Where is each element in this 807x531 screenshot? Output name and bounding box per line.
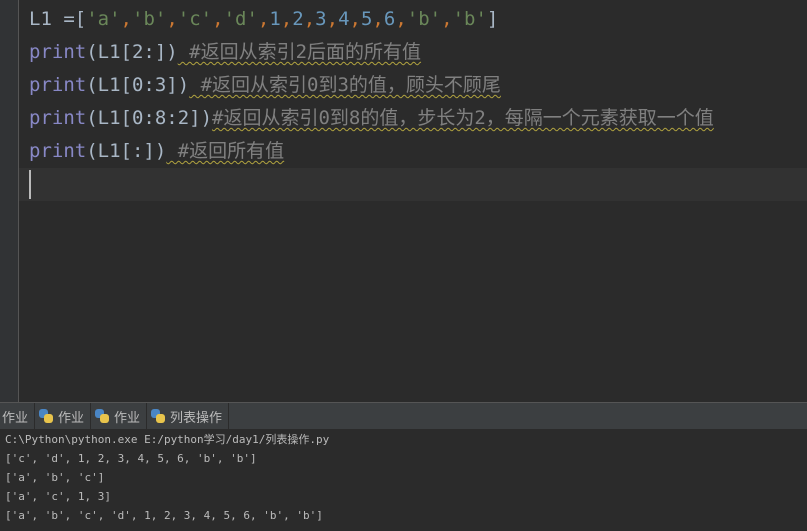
bracket: ] bbox=[486, 8, 499, 30]
code-line-1[interactable]: L1 =['a','b','c','d',1,2,3,4,5,6,'b','b'… bbox=[29, 3, 498, 36]
print-keyword: print bbox=[29, 107, 87, 129]
run-console-output[interactable]: C:\Python\python.exe E:/python学习/day1/列表… bbox=[0, 429, 807, 531]
code-expression: (L1[0:3]) bbox=[86, 74, 190, 96]
comma-separator: , bbox=[166, 8, 178, 30]
run-tab-3[interactable]: 作业 bbox=[91, 403, 148, 429]
comma-separator: , bbox=[441, 8, 453, 30]
number-literal: 4 bbox=[338, 8, 350, 30]
console-output-line: ['c', 'd', 1, 2, 3, 4, 5, 6, 'b', 'b'] bbox=[5, 452, 257, 465]
code-comment: #返回从索引2后面的所有值 bbox=[177, 41, 422, 63]
comma-separator: , bbox=[372, 8, 384, 30]
python-icon bbox=[39, 409, 54, 423]
comma-separator: , bbox=[120, 8, 132, 30]
list-literal: ['a','b','c','d',1,2,3,4,5,6,'b','b'] bbox=[75, 8, 499, 30]
print-keyword: print bbox=[29, 74, 87, 96]
code-comment: #返回从索引0到3的值，顾头不顾尾 bbox=[189, 74, 501, 96]
run-tab-label: 作业 bbox=[114, 409, 141, 425]
comma-separator: , bbox=[280, 8, 293, 30]
comma-separator: , bbox=[349, 8, 361, 30]
comma-separator: , bbox=[257, 8, 270, 30]
console-output-line: ['a', 'b', 'c', 'd', 1, 2, 3, 4, 5, 6, '… bbox=[5, 509, 323, 522]
number-literal: 5 bbox=[360, 8, 373, 30]
python-icon bbox=[95, 409, 110, 423]
string-literal: 'b' bbox=[452, 8, 487, 30]
run-tab-label: 列表操作 bbox=[170, 409, 223, 425]
comma-separator: , bbox=[395, 8, 407, 30]
print-keyword: print bbox=[29, 140, 87, 162]
number-literal: 1 bbox=[269, 8, 281, 30]
comma-separator: , bbox=[212, 8, 224, 30]
code-var-assign: L1 = bbox=[29, 8, 75, 30]
run-tab-2[interactable]: 作业 bbox=[35, 403, 92, 429]
comma-separator: , bbox=[326, 8, 339, 30]
comma-separator: , bbox=[303, 8, 316, 30]
number-literal: 6 bbox=[383, 8, 396, 30]
number-literal: 3 bbox=[315, 8, 327, 30]
code-line-2[interactable]: print(L1[2:]) #返回从索引2后面的所有值 bbox=[29, 36, 421, 69]
code-comment: #返回所有值 bbox=[166, 140, 285, 162]
code-line-4[interactable]: print(L1[0:8:2])#返回从索引0到8的值，步长为2，每隔一个元素获… bbox=[29, 102, 714, 135]
code-expression: (L1[0:8:2]) bbox=[86, 107, 213, 129]
run-tab-label: 作业 bbox=[58, 409, 85, 425]
bracket: [ bbox=[74, 8, 87, 30]
string-literal: 'b' bbox=[132, 8, 167, 30]
run-tab-bar: 作业 作业 作业 列表操作 bbox=[0, 402, 807, 430]
run-tab-4[interactable]: 列表操作 bbox=[147, 403, 230, 429]
print-keyword: print bbox=[29, 41, 87, 63]
string-literal: 'c' bbox=[177, 8, 213, 30]
console-output-line: ['a', 'b', 'c'] bbox=[5, 471, 105, 484]
editor-gutter bbox=[0, 0, 19, 402]
text-caret bbox=[29, 170, 31, 199]
console-output-line: ['a', 'c', 1, 3] bbox=[5, 490, 111, 503]
code-line-3[interactable]: print(L1[0:3]) #返回从索引0到3的值，顾头不顾尾 bbox=[29, 69, 501, 102]
code-editor[interactable]: L1 =['a','b','c','d',1,2,3,4,5,6,'b','b'… bbox=[0, 0, 807, 402]
code-expression: (L1[2:]) bbox=[86, 41, 178, 63]
string-literal: 'b' bbox=[406, 8, 442, 30]
python-icon bbox=[151, 409, 166, 423]
run-tab-1[interactable]: 作业 bbox=[0, 403, 36, 429]
console-command-line: C:\Python\python.exe E:/python学习/day1/列表… bbox=[5, 433, 330, 446]
code-line-5[interactable]: print(L1[:]) #返回所有值 bbox=[29, 135, 284, 168]
code-expression: (L1[:]) bbox=[86, 140, 167, 162]
code-area[interactable]: L1 =['a','b','c','d',1,2,3,4,5,6,'b','b'… bbox=[19, 0, 807, 402]
string-literal: 'd' bbox=[223, 8, 258, 30]
run-tab-label: 作业 bbox=[2, 409, 29, 425]
code-comment: #返回从索引0到8的值，步长为2，每隔一个元素获取一个值 bbox=[212, 107, 714, 129]
string-literal: 'a' bbox=[86, 8, 121, 30]
number-literal: 2 bbox=[292, 8, 304, 30]
current-line-highlight bbox=[19, 168, 807, 201]
